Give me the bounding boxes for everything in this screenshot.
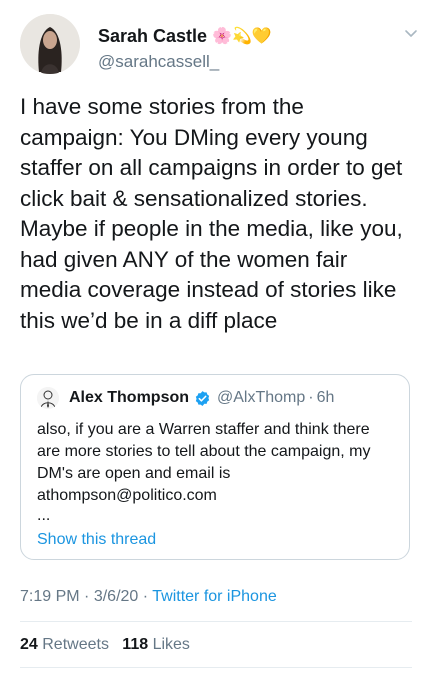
tweet-header: Sarah Castle 🌸💫💛 @sarahcassell_: [20, 14, 420, 78]
meta-separator: ·: [84, 588, 90, 605]
likes-label: Likes: [152, 636, 190, 653]
likes-stat[interactable]: 118 Likes: [122, 636, 190, 653]
tweet-stats: 24 Retweets 118 Likes: [20, 636, 190, 654]
quoted-handle[interactable]: @AlxThomp: [217, 389, 305, 407]
retweets-label: Retweets: [42, 636, 109, 653]
quoted-time[interactable]: 6h: [317, 389, 335, 407]
retweets-stat[interactable]: 24 Retweets: [20, 636, 109, 653]
show-thread-link[interactable]: Show this thread: [37, 531, 156, 549]
verified-badge-icon: [195, 390, 210, 406]
chevron-down-icon[interactable]: [402, 24, 420, 42]
meta-separator: ·: [142, 588, 149, 605]
tweet-source-link[interactable]: Twitter for iPhone: [152, 588, 277, 605]
divider: [20, 621, 412, 622]
author-display-name[interactable]: Sarah Castle: [98, 26, 207, 47]
retweets-count: 24: [20, 636, 38, 653]
quoted-display-name[interactable]: Alex Thompson: [69, 389, 189, 407]
tweet-date[interactable]: 3/6/20: [94, 588, 138, 605]
tweet-meta: 7:19 PM · 3/6/20 · Twitter for iPhone: [20, 588, 277, 606]
tweet-text: I have some stories from the campaign: Y…: [20, 94, 403, 333]
quoted-ellipsis: ...: [37, 507, 51, 524]
quoted-avatar[interactable]: [37, 387, 59, 409]
name-emojis: 🌸💫💛: [212, 27, 272, 45]
quoted-header: Alex Thompson @AlxThomp · 6h: [37, 387, 334, 409]
quoted-tweet[interactable]: Alex Thompson @AlxThomp · 6h also, if yo…: [20, 374, 410, 560]
quoted-text: also, if you are a Warren staffer and th…: [37, 421, 371, 504]
quoted-separator: ·: [308, 389, 314, 406]
tweet-time[interactable]: 7:19 PM: [20, 588, 80, 605]
author-avatar[interactable]: [20, 14, 80, 74]
author-name-row: Sarah Castle 🌸💫💛: [98, 26, 272, 47]
likes-count: 118: [122, 636, 149, 653]
author-handle[interactable]: @sarahcassell_: [98, 52, 219, 72]
divider: [20, 667, 412, 668]
